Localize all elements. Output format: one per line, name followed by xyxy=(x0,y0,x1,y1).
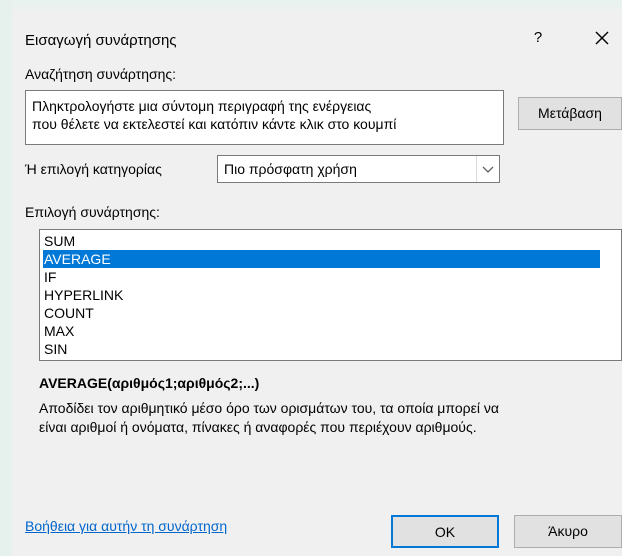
list-item-selected[interactable]: AVERAGE xyxy=(43,250,600,268)
list-item[interactable]: COUNT xyxy=(43,304,600,322)
functions-label: Επιλογή συνάρτησης: xyxy=(25,204,160,220)
function-description: Αποδίδει τον αριθμητικό μέσο όρο των ορι… xyxy=(39,400,499,435)
list-item[interactable]: IF xyxy=(43,268,600,286)
category-select-value: Πιο πρόσφατη χρήση xyxy=(224,161,357,177)
window-left-edge xyxy=(0,0,12,556)
function-signature: AVERAGE(αριθμός1;αριθμός2;...) xyxy=(39,375,260,391)
search-label: Αναζήτηση συνάρτησης: xyxy=(25,66,177,82)
help-icon[interactable]: ? xyxy=(528,28,548,48)
close-icon[interactable] xyxy=(588,24,616,52)
function-list[interactable]: SUM AVERAGE IF HYPERLINK COUNT MAX SIN xyxy=(39,229,622,361)
list-item[interactable]: SIN xyxy=(43,340,600,358)
insert-function-dialog: Εισαγωγή συνάρτησης ? Αναζήτηση συνάρτησ… xyxy=(0,0,622,556)
go-button[interactable]: Μετάβαση xyxy=(518,97,622,130)
category-label: Ή επιλογή κατηγορίας xyxy=(25,161,162,177)
list-item[interactable]: SUM xyxy=(43,232,600,250)
chevron-down-icon[interactable] xyxy=(476,156,499,182)
search-input[interactable]: Πληκτρολογήστε μια σύντομη περιγραφή της… xyxy=(25,90,504,145)
list-item[interactable]: HYPERLINK xyxy=(43,286,600,304)
category-select[interactable]: Πιο πρόσφατη χρήση xyxy=(217,155,500,183)
window-top-edge xyxy=(0,0,622,16)
dialog-title: Εισαγωγή συνάρτησης xyxy=(25,32,177,49)
ok-button[interactable]: OK xyxy=(391,515,499,548)
help-link[interactable]: Βοήθεια για αυτήν τη συνάρτηση xyxy=(25,518,227,534)
cancel-button[interactable]: Άκυρο xyxy=(514,515,622,548)
list-item[interactable]: MAX xyxy=(43,322,600,340)
